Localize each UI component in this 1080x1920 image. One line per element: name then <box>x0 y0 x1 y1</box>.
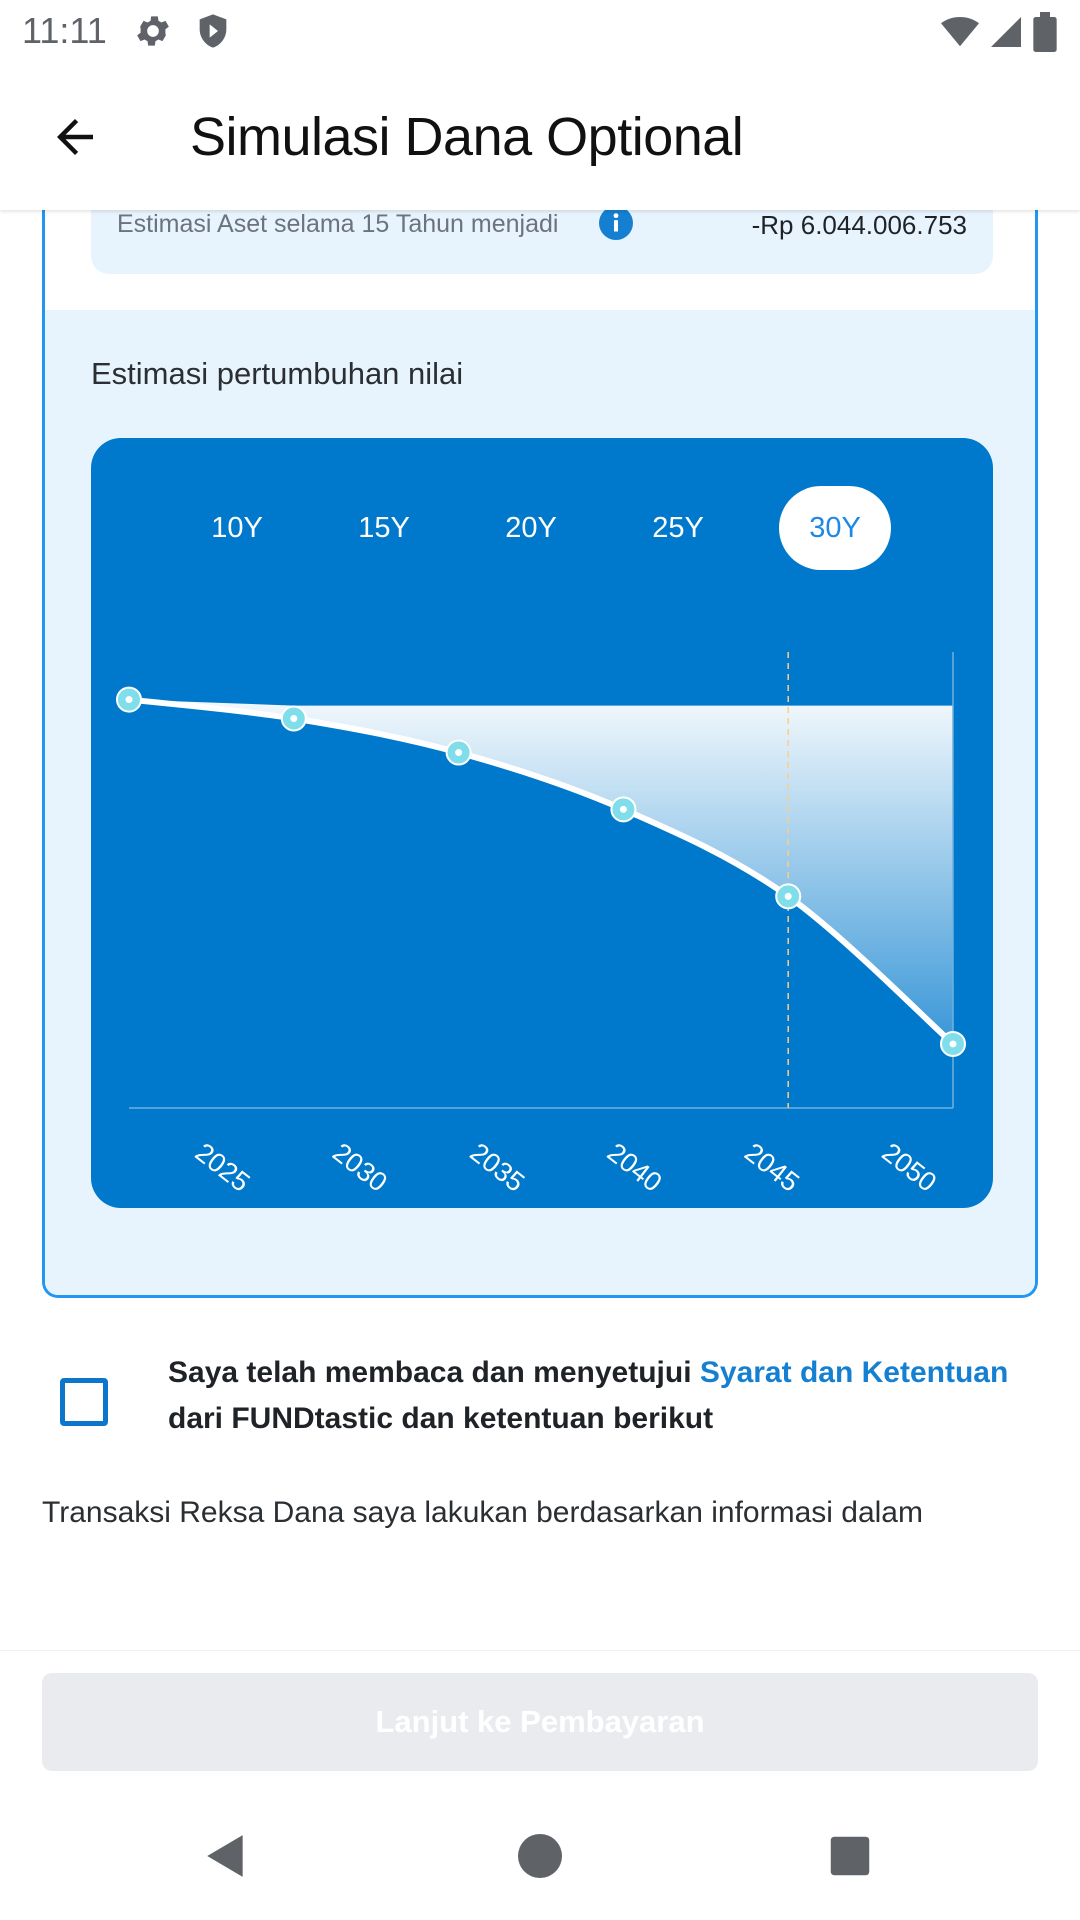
battery-icon <box>1033 12 1057 52</box>
back-button[interactable] <box>40 102 110 172</box>
x-tick-label: 2025 <box>190 1137 256 1198</box>
disclaimer-text: Transaksi Reksa Dana saya lakukan berdas… <box>42 1496 923 1529</box>
data-point-center <box>619 805 627 813</box>
status-time: 11:11 <box>22 10 107 51</box>
nav-recents-icon <box>830 1836 870 1876</box>
bottom-action-bar: Lanjut ke Pembayaran <box>0 1650 1080 1792</box>
status-indicators <box>940 12 1058 52</box>
nav-recents-button[interactable] <box>818 1824 882 1888</box>
app-bar: Simulasi Dana Optional <box>0 62 1080 210</box>
nav-home-button[interactable] <box>508 1824 572 1888</box>
x-tick-label: 2045 <box>739 1137 805 1198</box>
agreement-text-pre: Saya telah membaca dan menyetujui <box>168 1356 700 1389</box>
system-nav-bar <box>0 1792 1080 1920</box>
growth-chart: 10Y 15Y 20Y 25Y 30Y 2025 2030 2035 2040 2045… <box>91 438 993 1208</box>
continue-to-payment-button[interactable]: Lanjut ke Pembayaran <box>42 1673 1038 1771</box>
growth-chart-svg: 2025 2030 2035 2040 2045 2050 <box>116 652 966 1198</box>
wifi-icon <box>941 16 979 47</box>
nav-home-icon <box>518 1834 562 1878</box>
terms-link[interactable]: Syarat dan Ketentuan <box>700 1356 1008 1389</box>
nav-back-icon <box>207 1835 243 1877</box>
chart-area-fill <box>129 699 953 1044</box>
estimate-value: -Rp 6.044.006.753 <box>751 210 967 240</box>
simulation-card: Estimasi Aset selama 15 Tahun menjadi -R… <box>42 210 1038 1298</box>
x-tick-label: 2035 <box>464 1137 530 1198</box>
data-point-center <box>949 1040 957 1048</box>
agreement-checkbox[interactable] <box>60 1378 108 1426</box>
data-point-center <box>125 696 133 704</box>
cell-signal-icon <box>991 17 1021 47</box>
agreement-text: Saya telah membaca dan menyetujui Syarat… <box>168 1350 1038 1442</box>
nav-back-button[interactable] <box>194 1824 258 1888</box>
estimate-summary: Estimasi Aset selama 15 Tahun menjadi -R… <box>91 210 993 274</box>
estimate-label: Estimasi Aset selama 15 Tahun menjadi <box>117 210 559 238</box>
data-point-center <box>455 749 463 757</box>
x-tick-label: 2050 <box>876 1137 942 1198</box>
settings-icon <box>136 16 169 46</box>
data-point-center <box>784 892 792 900</box>
x-tick-label: 2030 <box>327 1137 393 1198</box>
arrow-left-icon <box>57 119 93 155</box>
page-title: Simulasi Dana Optional <box>190 107 744 167</box>
scroll-content[interactable]: Estimasi Aset selama 15 Tahun menjadi -R… <box>0 210 1080 1650</box>
status-bar: 11:11 <box>0 0 1080 62</box>
shield-icon <box>199 14 227 48</box>
growth-panel: Estimasi pertumbuhan nilai 10Y 15Y 20Y 2… <box>45 310 1035 1295</box>
info-icon[interactable] <box>599 210 633 240</box>
agreement-row: Saya telah membaca dan menyetujui Syarat… <box>0 1320 1080 1450</box>
agreement-text-post: dari FUNDtastic dan ketentuan berikut <box>168 1402 714 1435</box>
growth-title: Estimasi pertumbuhan nilai <box>91 356 464 391</box>
x-tick-label: 2040 <box>602 1137 668 1198</box>
data-point-center <box>290 714 298 722</box>
